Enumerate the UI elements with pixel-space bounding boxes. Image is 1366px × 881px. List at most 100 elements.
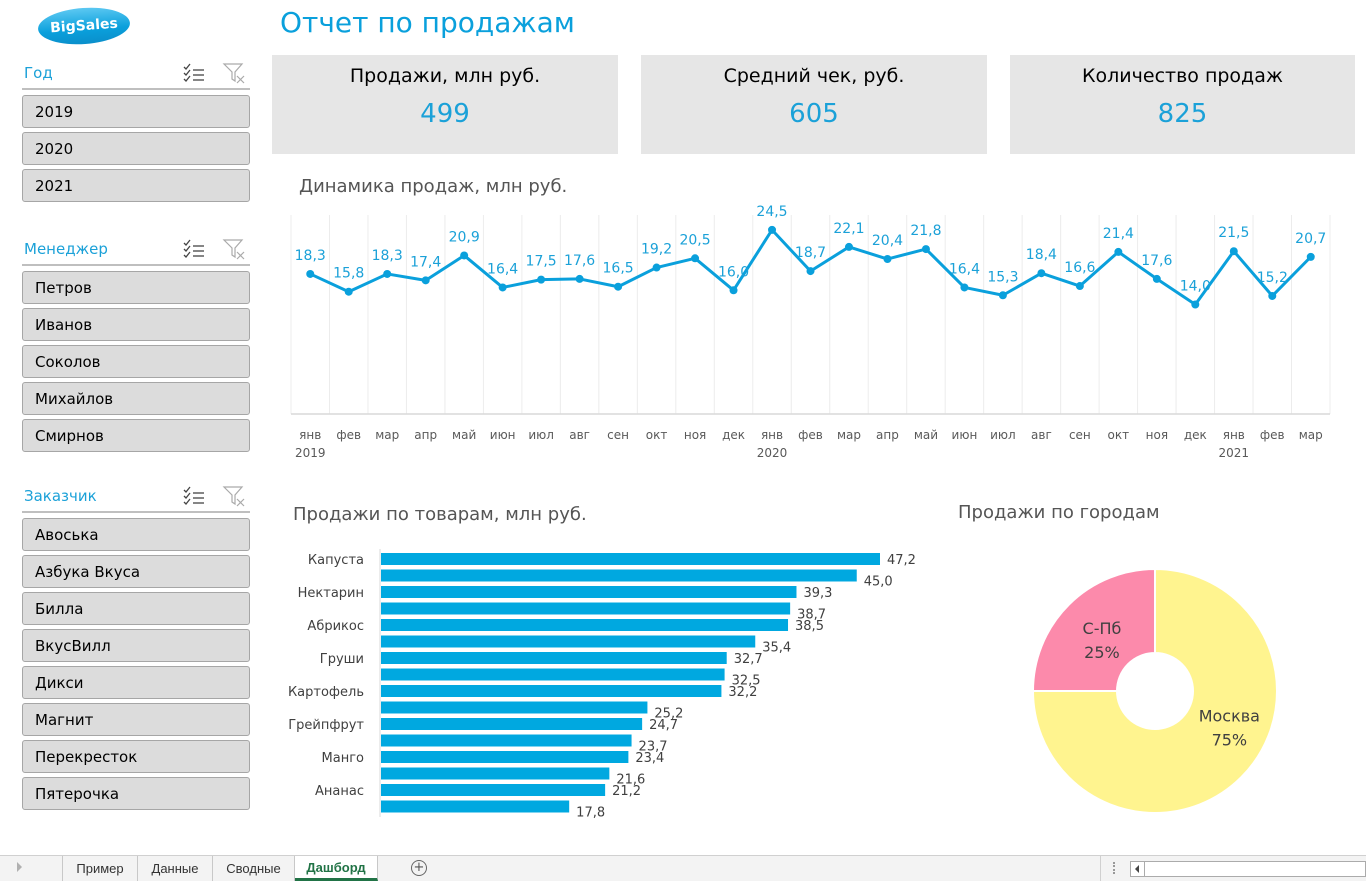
x-tick-label: окт <box>646 428 668 442</box>
data-label: 16,6 <box>1064 260 1095 276</box>
bar-value-label: 38,5 <box>795 619 824 634</box>
x-tick-label: ноя <box>684 428 706 442</box>
bar <box>381 767 610 780</box>
data-label: 18,7 <box>795 245 826 261</box>
data-point <box>691 254 700 263</box>
bar <box>381 668 725 681</box>
bar-value-label: 17,8 <box>576 806 605 821</box>
add-sheet-icon[interactable]: + <box>411 860 427 876</box>
category-label: Капуста <box>308 553 364 568</box>
x-tick-label: апр <box>414 428 437 442</box>
year-label: 2019 <box>295 446 326 460</box>
data-label: 21,4 <box>1103 226 1134 242</box>
data-point <box>460 251 469 260</box>
data-point <box>921 245 930 254</box>
data-label: 14,0 <box>1180 279 1211 295</box>
x-tick-label: фев <box>1260 428 1285 442</box>
category-label: Груши <box>320 652 364 667</box>
bar <box>381 751 629 763</box>
bar-value-label: 35,4 <box>762 641 791 656</box>
sheet-tab-example[interactable]: Пример <box>62 856 138 881</box>
bar <box>381 652 727 664</box>
data-label: 20,7 <box>1295 231 1326 247</box>
category-label: Картофель <box>288 685 364 700</box>
data-label: 20,4 <box>872 233 903 249</box>
scroll-left-icon <box>1135 865 1139 873</box>
data-point <box>844 242 853 251</box>
data-point <box>614 282 623 291</box>
bar-value-label: 23,4 <box>635 751 664 766</box>
x-tick-label: ноя <box>1146 428 1168 442</box>
slice-name-label: Москва <box>1199 707 1260 726</box>
data-label: 20,9 <box>449 229 480 245</box>
data-label: 21,5 <box>1218 225 1249 241</box>
bar <box>381 553 880 565</box>
x-tick-label: дек <box>722 428 745 442</box>
data-label: 15,8 <box>333 266 364 282</box>
data-point <box>1229 247 1238 256</box>
x-tick-label: апр <box>876 428 899 442</box>
scroll-left-button[interactable] <box>1131 862 1145 876</box>
data-label: 17,6 <box>1141 253 1172 269</box>
x-tick-label: окт <box>1108 428 1130 442</box>
data-label: 16,0 <box>718 264 749 280</box>
x-tick-label: фев <box>798 428 823 442</box>
x-tick-label: май <box>914 428 938 442</box>
data-label: 18,4 <box>1026 247 1057 263</box>
sheet-tab-data[interactable]: Данные <box>138 856 213 881</box>
bar-value-label: 39,3 <box>803 586 832 601</box>
data-label: 17,6 <box>564 253 595 269</box>
data-label: 16,4 <box>949 261 980 277</box>
category-label: Абрикос <box>307 619 364 634</box>
slice-name-label: С-Пб <box>1083 619 1122 638</box>
horizontal-scrollbar[interactable] <box>1130 861 1366 877</box>
data-point <box>1037 269 1046 278</box>
category-label: Ананас <box>315 784 364 799</box>
data-point <box>1114 247 1123 256</box>
x-tick-label: сен <box>1069 428 1091 442</box>
x-tick-label: май <box>452 428 476 442</box>
data-point <box>998 291 1007 300</box>
x-tick-label: июл <box>990 428 1016 442</box>
data-point <box>1152 274 1161 283</box>
bar <box>381 602 791 615</box>
divider <box>1100 856 1101 881</box>
bar <box>381 569 857 582</box>
x-tick-label: мар <box>1299 428 1323 442</box>
x-tick-label: янв <box>761 428 783 442</box>
scroll-tabs-icon[interactable] <box>17 862 22 872</box>
bar <box>381 619 789 631</box>
category-label: Нектарин <box>298 586 364 601</box>
bar-value-label: 32,2 <box>728 685 757 700</box>
slice-percent-label: 25% <box>1084 643 1120 662</box>
year-label: 2020 <box>757 446 788 460</box>
data-point <box>537 275 546 284</box>
bar-value-label: 21,2 <box>612 784 641 799</box>
data-point <box>344 287 353 296</box>
data-point <box>306 269 315 278</box>
bar-chart-title: Продажи по товарам, млн руб. <box>293 504 587 525</box>
x-tick-label: янв <box>299 428 321 442</box>
sheet-tab-pivots[interactable]: Сводные <box>213 856 295 881</box>
data-label: 24,5 <box>756 204 787 220</box>
data-point <box>729 286 738 295</box>
x-tick-label: фев <box>336 428 361 442</box>
data-label: 16,5 <box>603 261 634 277</box>
bar-value-label: 47,2 <box>887 553 916 568</box>
bar <box>381 701 648 714</box>
data-point <box>768 225 777 234</box>
x-tick-label: июл <box>528 428 554 442</box>
data-point <box>1191 300 1200 309</box>
bar-value-label: 32,7 <box>734 652 763 667</box>
year-label: 2021 <box>1219 446 1250 460</box>
x-tick-label: янв <box>1223 428 1245 442</box>
x-tick-label: июн <box>490 428 516 442</box>
pie-chart-title: Продажи по городам <box>958 502 1160 523</box>
line-chart: 18,3 янв 15,8 фев 18,3 мар 17,4 апр 20,9 май 16,4 и… <box>288 204 1331 821</box>
category-label: Грейпфрут <box>288 718 364 733</box>
sheet-tab-dashboard[interactable]: Дашборд <box>295 856 378 881</box>
splitter-handle-icon[interactable] <box>1113 862 1115 874</box>
bar <box>381 784 606 796</box>
data-label: 20,5 <box>679 232 710 248</box>
x-tick-label: мар <box>837 428 861 442</box>
